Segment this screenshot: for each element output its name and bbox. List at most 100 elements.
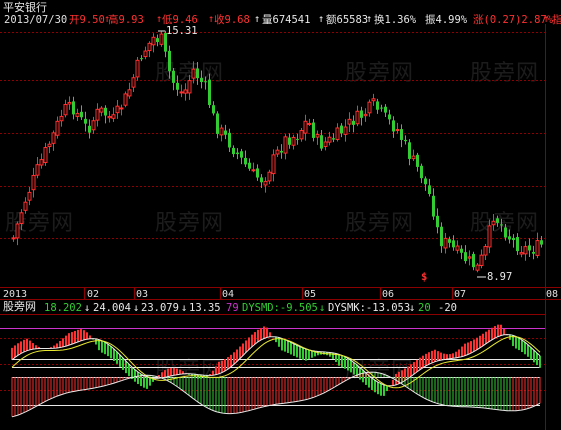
candle-body — [404, 139, 407, 142]
candle-body — [528, 245, 531, 251]
panel-borders — [0, 24, 561, 430]
candle-body — [224, 130, 227, 135]
candle-body — [159, 33, 164, 45]
candle-body — [72, 101, 75, 115]
candle-body — [340, 125, 343, 134]
candle-body — [303, 120, 308, 134]
month-label: 03 — [136, 289, 149, 300]
candle-body — [179, 91, 184, 94]
candle-body — [291, 136, 296, 146]
candle-body — [251, 169, 256, 172]
candle-body — [500, 224, 503, 226]
main-grid — [0, 32, 545, 239]
candle-body — [88, 125, 91, 133]
indicator-value-2: 24.004 — [93, 302, 131, 314]
candle-body — [395, 129, 400, 132]
candle-body — [452, 240, 455, 248]
candle-body — [156, 38, 159, 43]
candle-body — [172, 70, 175, 83]
candle-body — [240, 151, 243, 158]
candle-body — [84, 118, 87, 124]
candle-body — [428, 185, 431, 195]
candle-body — [187, 80, 192, 94]
candle-body — [35, 164, 40, 176]
month-label: 2013 — [3, 289, 28, 300]
indicator-name[interactable]: 股旁网 — [3, 301, 36, 313]
candle-body — [315, 134, 320, 138]
month-label: 05 — [304, 289, 317, 300]
candle-body — [516, 237, 519, 252]
candle-body — [496, 218, 499, 223]
candle-body — [420, 165, 423, 179]
candlestick-chart[interactable] — [0, 0, 561, 430]
candle-body — [91, 120, 96, 131]
candle-body — [540, 240, 543, 245]
candle-body — [376, 101, 379, 110]
candle-body — [55, 120, 60, 136]
candle-body — [371, 98, 376, 102]
indicator-value-4: 13.35 — [189, 302, 221, 314]
candle-body — [280, 150, 283, 153]
candle-body — [448, 239, 451, 243]
candle-body — [411, 155, 416, 160]
candle-body — [176, 82, 179, 90]
quote-change: 涨(0.27)2.87% — [473, 14, 554, 26]
candle-body — [95, 108, 100, 121]
candle-body — [63, 104, 68, 116]
candle-body — [472, 253, 475, 268]
candle-body — [15, 223, 20, 239]
candle-body — [360, 110, 363, 118]
quote-open: 开9.50 — [69, 14, 105, 26]
candle-body — [232, 147, 235, 155]
candle-body — [367, 101, 372, 114]
candle-body — [135, 59, 140, 78]
candle-body — [436, 215, 439, 228]
quote-extra: 指 — [552, 14, 561, 26]
month-label: 07 — [454, 289, 467, 300]
month-label: 04 — [222, 289, 235, 300]
candle-body — [323, 141, 328, 148]
candle-body — [191, 68, 196, 79]
candle-body — [408, 142, 411, 159]
candle-body — [248, 162, 251, 169]
candle-body — [464, 252, 467, 262]
candle-body — [119, 107, 124, 110]
candle-body — [400, 129, 403, 140]
indicator-dysmd: DYSMD:-9.505 — [242, 302, 318, 314]
month-label: 08 — [546, 289, 559, 300]
candle-body — [275, 149, 280, 155]
candle-body — [343, 126, 348, 135]
candle-body — [127, 89, 132, 97]
arrow-up-icon: ↑ — [208, 13, 215, 25]
candle-body — [47, 143, 52, 148]
candle-body — [327, 136, 332, 143]
stock-name: 平安银行 — [3, 1, 47, 14]
candle-body — [140, 58, 143, 60]
candle-body — [216, 113, 219, 134]
candle-body — [519, 252, 524, 255]
candle-body — [168, 50, 171, 72]
candle-body — [107, 116, 112, 119]
candle-body — [332, 138, 335, 140]
candle-body — [59, 115, 64, 122]
candle-body — [320, 135, 323, 149]
quote-volume: 量674541 — [262, 14, 311, 26]
candle-body — [219, 127, 224, 136]
candle-body — [532, 251, 535, 254]
arrow-down-icon: ↓ — [84, 302, 91, 314]
candle-body — [491, 220, 496, 226]
candle-body — [212, 105, 215, 114]
candle-body — [51, 132, 56, 144]
candle-body — [244, 157, 247, 165]
candle-body — [432, 195, 435, 217]
quote-turnover: 换1.36% — [374, 14, 417, 26]
candles — [11, 30, 543, 273]
candle-body — [208, 79, 211, 106]
signal-marker: $ — [421, 271, 428, 283]
quote-close: 收9.68 — [214, 14, 250, 26]
candle-body — [416, 154, 419, 167]
candle-body — [363, 113, 368, 117]
arrow-up-icon: ↑ — [156, 13, 163, 25]
candle-body — [67, 101, 72, 105]
candle-body — [236, 152, 239, 155]
